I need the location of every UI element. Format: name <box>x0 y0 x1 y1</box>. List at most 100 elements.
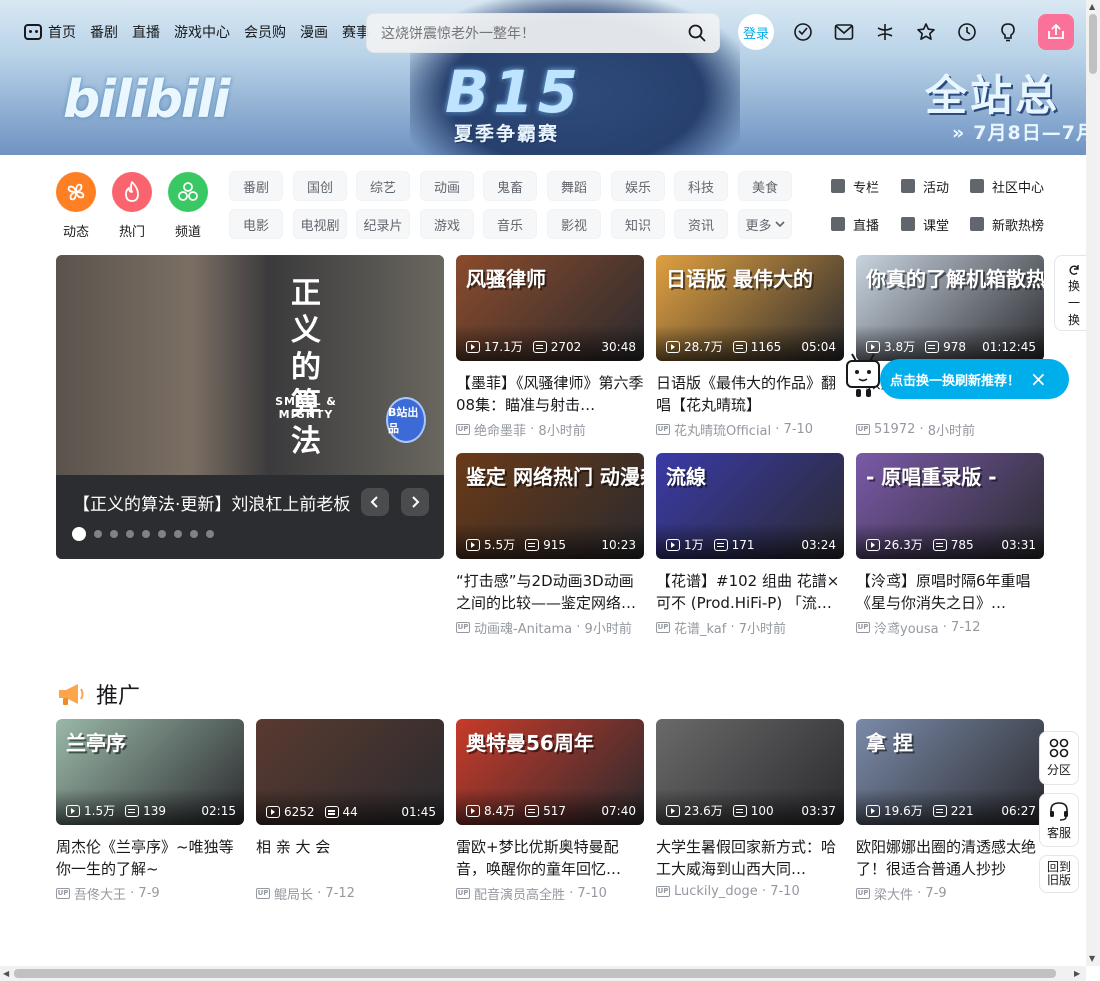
video-card[interactable]: - 原唱重录版 - 26.3万 785 03:31 【泠鸢】原唱时隔6年重唱《星与你消失… <box>856 453 1044 637</box>
video-card[interactable]: 你真的了解机箱散热吗?3.8万97801:12:458款热门散热风扇性能…UP5… <box>856 255 1044 439</box>
carousel-caption[interactable]: 【正义的算法·更新】刘浪杠上前老板 <box>73 490 363 515</box>
video-thumbnail[interactable]: 风骚律师 17.1万 2702 30:48 <box>456 255 644 361</box>
nav-game-center[interactable]: 游戏中心 <box>174 22 230 42</box>
video-thumbnail[interactable]: 流線 1万 171 03:24 <box>656 453 844 559</box>
video-thumbnail[interactable]: 兰亭序 1.5万 139 02:15 <box>56 719 244 825</box>
video-title[interactable]: 大学生暑假回家新方式：哈工大威海到山西大同… <box>656 836 844 880</box>
video-author[interactable]: 绝命墨菲 <box>474 420 526 439</box>
upload-button[interactable] <box>1038 14 1074 50</box>
tag-more-button[interactable]: 更多 <box>738 209 792 239</box>
scroll-left-icon[interactable]: ◀ <box>3 969 9 978</box>
video-author[interactable]: 花谱_kaf <box>674 618 726 637</box>
vip-icon[interactable] <box>792 21 814 43</box>
tag-news[interactable]: 资讯 <box>674 209 728 239</box>
search-input[interactable] <box>367 25 667 41</box>
tag-food[interactable]: 美食 <box>738 171 792 201</box>
video-card[interactable]: 23.6万 100 03:37 大学生暑假回家新方式：哈工大威海到山西大同… UP Luc… <box>656 719 844 899</box>
scroll-down-icon[interactable]: ▼ <box>1089 954 1095 963</box>
tag-anime[interactable]: 番剧 <box>229 171 283 201</box>
tag-dance[interactable]: 舞蹈 <box>547 171 601 201</box>
tag-documentary[interactable]: 纪录片 <box>356 209 410 239</box>
video-thumbnail[interactable]: 日语版 最伟大的 28.7万 1165 05:04 <box>656 255 844 361</box>
tag-animation[interactable]: 动画 <box>420 171 474 201</box>
channel-channels[interactable]: 频道 <box>168 172 208 240</box>
tag-film[interactable]: 影视 <box>547 209 601 239</box>
old-version-button[interactable]: 回到旧版 <box>1039 855 1079 893</box>
video-card[interactable]: 风骚律师 17.1万 2702 30:48 【墨菲】《风骚律师》第六季 08集：瞄准与射… <box>456 255 644 439</box>
video-card[interactable]: 6252 44 01:45 相 亲 大 会 UP 鲲局长 · 7-12 <box>256 719 444 903</box>
zone-button[interactable]: 分区 <box>1039 731 1079 785</box>
video-thumbnail[interactable]: 6252 44 01:45 <box>256 719 444 825</box>
video-title[interactable]: 周杰伦《兰亭序》~唯独等你一生的了解~ <box>56 836 244 880</box>
video-card[interactable]: 流線 1万 171 03:24 【花谱】#102 组曲 花譜×可不 (Prod.HiFi… <box>656 453 844 637</box>
video-title[interactable]: 雷欧+梦比优斯奥特曼配音，唤醒你的童年回忆… <box>456 836 644 880</box>
carousel-dot[interactable] <box>110 530 118 538</box>
video-card[interactable]: 兰亭序 1.5万 139 02:15 周杰伦《兰亭序》~唯独等你一生的了解~ UP 吾佟大王… <box>56 719 244 903</box>
scroll-right-icon[interactable]: ▶ <box>1074 969 1080 978</box>
login-button[interactable]: 登录 <box>738 14 774 50</box>
search-icon[interactable] <box>687 23 707 43</box>
video-card[interactable]: 拿 捏 19.6万 221 06:27 欧阳娜娜出圈的清透感太绝了！很适合普通人抄抄 UP… <box>856 719 1044 903</box>
history-icon[interactable] <box>956 21 978 43</box>
carousel-dot[interactable] <box>126 530 134 538</box>
carousel-dot[interactable] <box>72 527 86 541</box>
dynamic-icon[interactable] <box>874 21 896 43</box>
message-icon[interactable] <box>833 21 855 43</box>
video-title[interactable]: 【花谱】#102 组曲 花譜×可不 (Prod.HiFi-P) 「流… <box>656 570 844 614</box>
tag-variety[interactable]: 综艺 <box>356 171 410 201</box>
video-author[interactable]: 鲲局长 <box>274 884 313 903</box>
video-card[interactable]: 鉴定 网络热门 动漫杂谈视频 5.5万 915 10:23 “打击感”与2D动画3D动画… <box>456 453 644 637</box>
video-card[interactable]: 日语版 最伟大的 28.7万 1165 05:04 日语版《最伟大的作品》翻唱【花丸晴琉… <box>656 255 844 439</box>
horizontal-scrollbar[interactable]: ◀ ▶ <box>0 966 1086 981</box>
video-title[interactable]: 【墨菲】《风骚律师》第六季 08集：瞄准与射击… <box>456 372 644 416</box>
link-new-songs[interactable]: 新歌热榜 <box>970 209 1090 239</box>
nav-mall[interactable]: 会员购 <box>244 22 286 42</box>
carousel-image[interactable] <box>56 255 444 475</box>
nav-home[interactable]: 首页 <box>24 22 76 42</box>
tag-movie[interactable]: 电影 <box>229 209 283 239</box>
video-author[interactable]: 动画魂-Anitama <box>474 618 572 637</box>
tag-entertainment[interactable]: 娱乐 <box>611 171 665 201</box>
creator-center-icon[interactable] <box>997 21 1019 43</box>
vertical-scrollbar[interactable]: ▲ ▼ <box>1086 0 1100 966</box>
carousel-dot[interactable] <box>142 530 150 538</box>
channel-dynamic[interactable]: 动态 <box>56 172 96 240</box>
video-card[interactable]: 奥特曼56周年 8.4万 517 07:40 雷欧+梦比优斯奥特曼配音，唤醒你的童年回忆… <box>456 719 644 903</box>
vertical-scroll-thumb[interactable] <box>1089 14 1097 74</box>
tag-knowledge[interactable]: 知识 <box>611 209 665 239</box>
tag-tech[interactable]: 科技 <box>674 171 728 201</box>
video-title[interactable]: 欧阳娜娜出圈的清透感太绝了！很适合普通人抄抄 <box>856 836 1044 880</box>
close-icon[interactable]: × <box>1030 367 1047 391</box>
hero-carousel[interactable]: 正义的算法 SMALL & MIGHTY B站出品 【正义的算法·更新】刘浪杠上… <box>56 255 444 559</box>
video-thumbnail[interactable]: 23.6万 100 03:37 <box>656 719 844 825</box>
video-title[interactable]: “打击感”与2D动画3D动画之间的比较——鉴定网络热门动漫杂谈视频 <box>456 570 644 614</box>
scroll-up-icon[interactable]: ▲ <box>1089 2 1095 11</box>
tag-game[interactable]: 游戏 <box>420 209 474 239</box>
video-title[interactable]: 相 亲 大 会 <box>256 836 444 880</box>
video-author[interactable]: 吾佟大王 <box>74 884 126 903</box>
video-author[interactable]: 泠鸢yousa <box>874 618 939 637</box>
customer-service-button[interactable]: 客服 <box>1039 793 1079 847</box>
video-thumbnail[interactable]: - 原唱重录版 - 26.3万 785 03:31 <box>856 453 1044 559</box>
tag-tv[interactable]: 电视剧 <box>293 209 347 239</box>
carousel-dot[interactable] <box>94 530 102 538</box>
horizontal-scroll-thumb[interactable] <box>14 969 1056 978</box>
carousel-next-button[interactable] <box>401 488 429 516</box>
video-author[interactable]: 51972 <box>874 422 915 437</box>
bilibili-logo[interactable]: bilibili <box>63 70 230 130</box>
video-title[interactable]: 日语版《最伟大的作品》翻唱【花丸晴琉】 <box>656 372 844 416</box>
video-author[interactable]: Luckily_doge <box>674 884 758 899</box>
carousel-dot[interactable] <box>174 530 182 538</box>
nav-anime[interactable]: 番剧 <box>90 22 118 42</box>
carousel-dot[interactable] <box>158 530 166 538</box>
tag-kichiku[interactable]: 鬼畜 <box>483 171 537 201</box>
video-thumbnail[interactable]: 奥特曼56周年 8.4万 517 07:40 <box>456 719 644 825</box>
carousel-prev-button[interactable] <box>361 488 389 516</box>
link-community[interactable]: 社区中心 <box>970 171 1090 201</box>
nav-live[interactable]: 直播 <box>132 22 160 42</box>
tag-guochuang[interactable]: 国创 <box>293 171 347 201</box>
channel-hot[interactable]: 热门 <box>112 172 152 240</box>
nav-manga[interactable]: 漫画 <box>300 22 328 42</box>
video-author[interactable]: 配音演员高全胜 <box>474 884 565 903</box>
video-thumbnail[interactable]: 你真的了解机箱散热吗? 3.8万 978 01:12:45 <box>856 255 1044 361</box>
